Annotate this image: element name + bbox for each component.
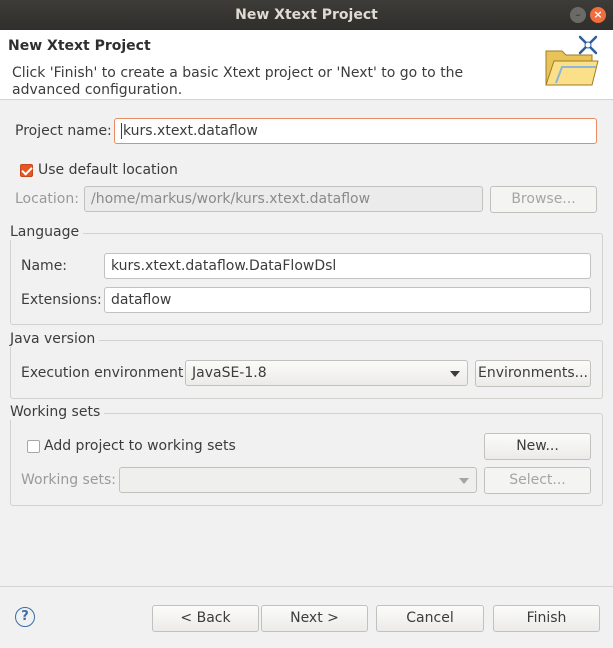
project-name-field[interactable]: kurs.xtext.dataflow [114, 118, 597, 144]
location-label: Location: [15, 191, 79, 207]
location-field: /home/markus/work/kurs.xtext.dataflow [84, 186, 483, 212]
chevron-down-icon [450, 371, 460, 377]
help-icon[interactable]: ? [15, 607, 35, 627]
footer-divider [0, 586, 613, 587]
text-caret [121, 123, 122, 139]
wizard-banner: New Xtext Project Click 'Finish' to crea… [0, 30, 613, 100]
extensions-label: Extensions: [21, 292, 102, 308]
back-button[interactable]: < Back [152, 605, 259, 632]
execution-environment-label: Execution environment: [21, 365, 189, 381]
wizard-description: Click 'Finish' to create a basic Xtext p… [12, 65, 464, 98]
working-sets-group-title: Working sets [10, 404, 105, 420]
new-working-set-button[interactable]: New... [484, 433, 591, 460]
language-group-title: Language [10, 224, 84, 240]
add-to-working-sets-checkbox[interactable] [27, 440, 40, 453]
chevron-down-icon [459, 478, 469, 484]
window-title: New Xtext Project [235, 7, 378, 23]
window-titlebar: New Xtext Project [0, 0, 613, 30]
project-name-label: Project name: [15, 123, 112, 139]
add-to-working-sets-label[interactable]: Add project to working sets [44, 438, 236, 454]
close-icon[interactable]: × [590, 7, 606, 23]
language-name-label: Name: [21, 258, 68, 274]
environments-button[interactable]: Environments... [475, 360, 591, 387]
finish-button[interactable]: Finish [493, 605, 600, 632]
use-default-location-label[interactable]: Use default location [38, 162, 178, 178]
java-version-group-title: Java version [10, 331, 100, 347]
language-name-field[interactable]: kurs.xtext.dataflow.DataFlowDsl [104, 253, 591, 279]
execution-environment-value: JavaSE-1.8 [192, 365, 267, 381]
working-sets-label: Working sets: [21, 472, 116, 488]
wizard-title: New Xtext Project [8, 38, 151, 54]
select-working-set-button: Select... [484, 467, 591, 494]
browse-button: Browse... [490, 186, 597, 213]
cancel-button[interactable]: Cancel [376, 605, 484, 632]
project-name-value: kurs.xtext.dataflow [123, 123, 258, 139]
minimize-icon[interactable]: – [570, 7, 586, 23]
execution-environment-select[interactable]: JavaSE-1.8 [185, 360, 468, 386]
working-sets-select [119, 467, 477, 493]
extensions-field[interactable]: dataflow [104, 287, 591, 313]
folder-wizard-icon [540, 33, 602, 97]
use-default-location-checkbox[interactable] [20, 164, 33, 177]
next-button[interactable]: Next > [261, 605, 368, 632]
